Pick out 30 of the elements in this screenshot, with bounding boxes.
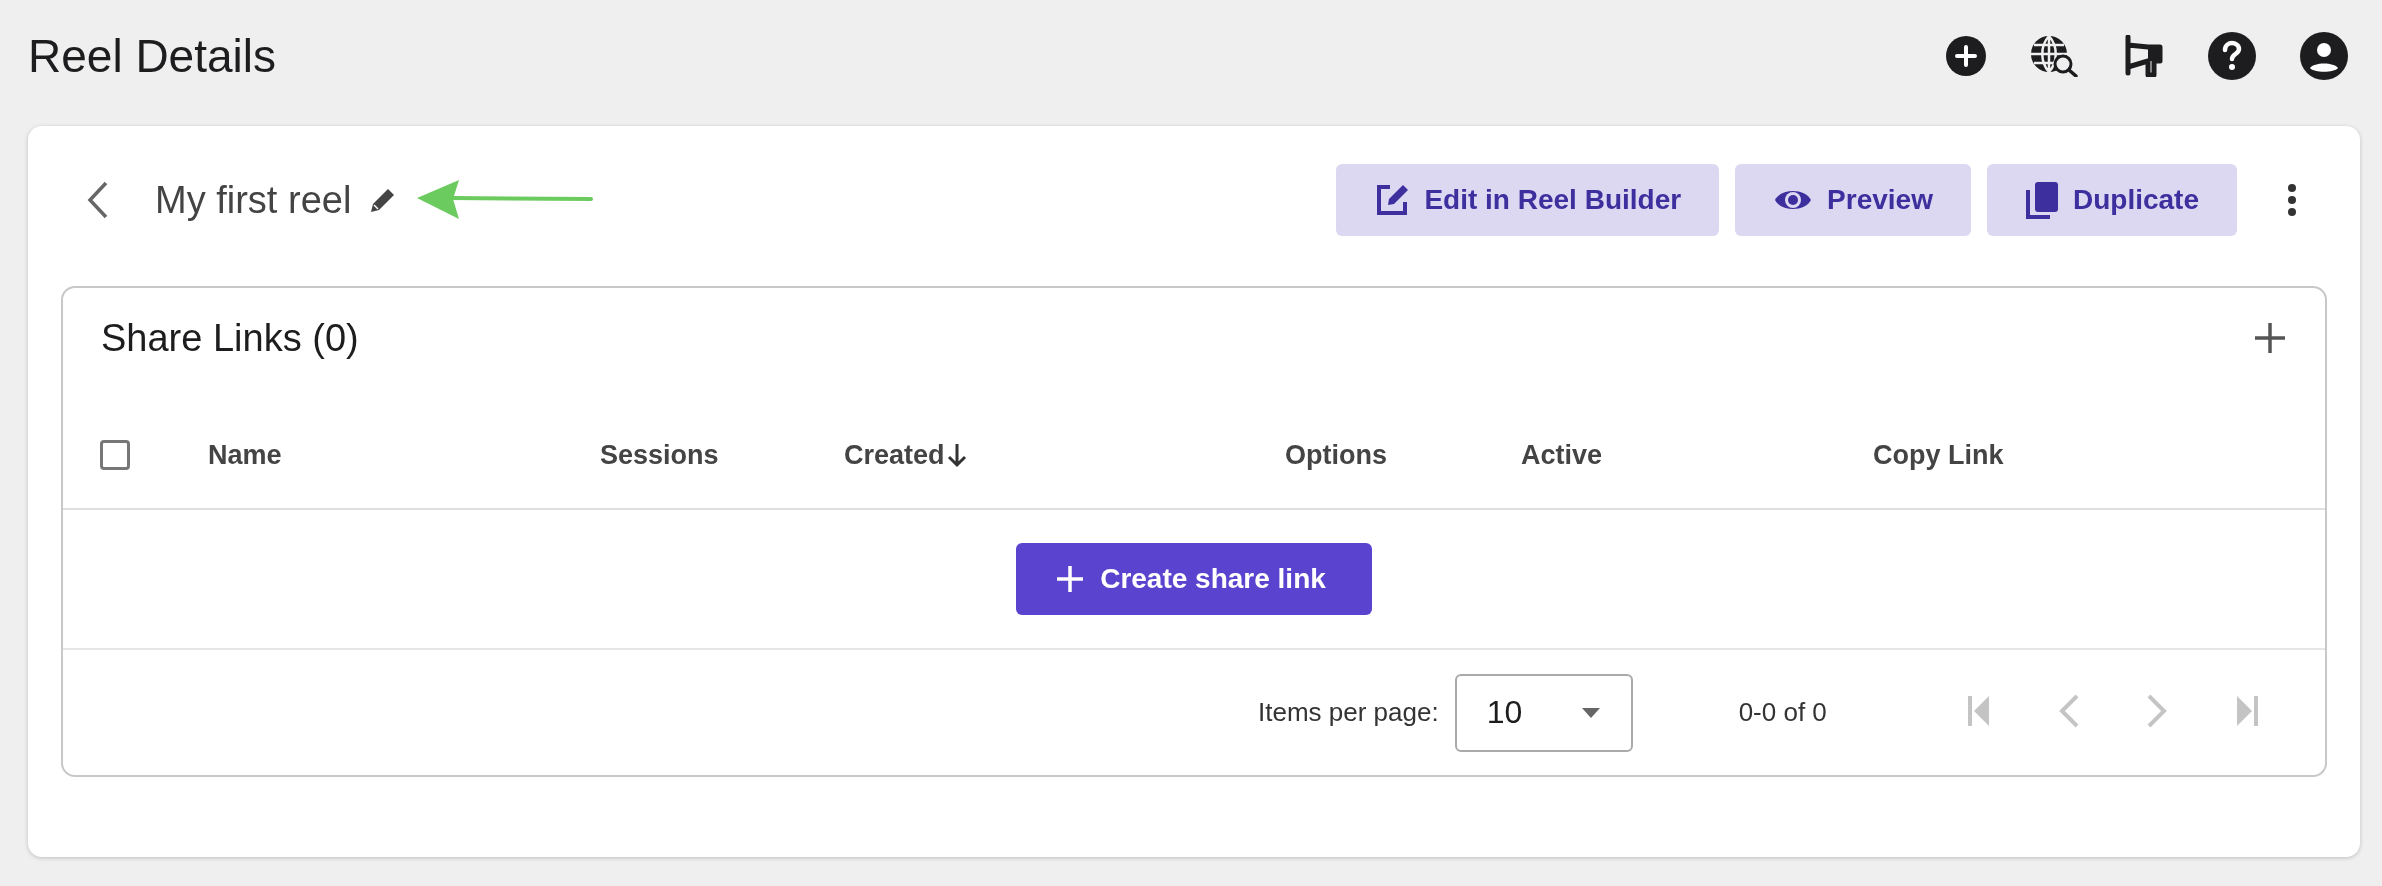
page-size-select[interactable]: 10 [1454,673,1633,752]
action-button[interactable]: Preview [1735,164,1971,236]
edit-icon [1374,182,1411,218]
megaphone-icon[interactable] [2124,35,2164,77]
create-share-link-button[interactable]: Create share link [1016,543,1372,615]
column-header[interactable]: Options [1285,439,1387,471]
column-header[interactable]: Sessions [600,439,719,471]
column-header[interactable]: Copy Link [1873,439,2004,471]
more-icon[interactable] [2287,183,2297,217]
user-avatar-icon[interactable] [2300,32,2348,80]
add-icon[interactable] [1946,36,1986,76]
panel-title: Share Links (0) [101,316,359,360]
sort-down-icon [946,442,967,468]
page-range: 0-0 of 0 [1738,697,1827,728]
column-header[interactable]: Created [844,439,967,471]
copy-icon [2024,181,2059,219]
reel-name: My first reel [155,178,352,222]
plus-icon [1056,565,1085,593]
items-per-page-label: Items per page: [1258,697,1439,728]
checkbox[interactable] [100,440,130,470]
dropdown-caret-icon [1580,706,1601,719]
action-button[interactable]: Duplicate [1986,164,2237,236]
back-icon[interactable] [87,181,109,219]
page-title: Reel Details [28,29,276,83]
help-icon[interactable] [2208,32,2256,80]
column-header[interactable]: Name [208,439,282,471]
add-icon[interactable] [2253,321,2287,355]
action-button[interactable]: Edit in Reel Builder [1336,164,1720,236]
column-header[interactable]: Active [1521,439,1603,471]
globe-search-icon[interactable] [2030,35,2080,77]
